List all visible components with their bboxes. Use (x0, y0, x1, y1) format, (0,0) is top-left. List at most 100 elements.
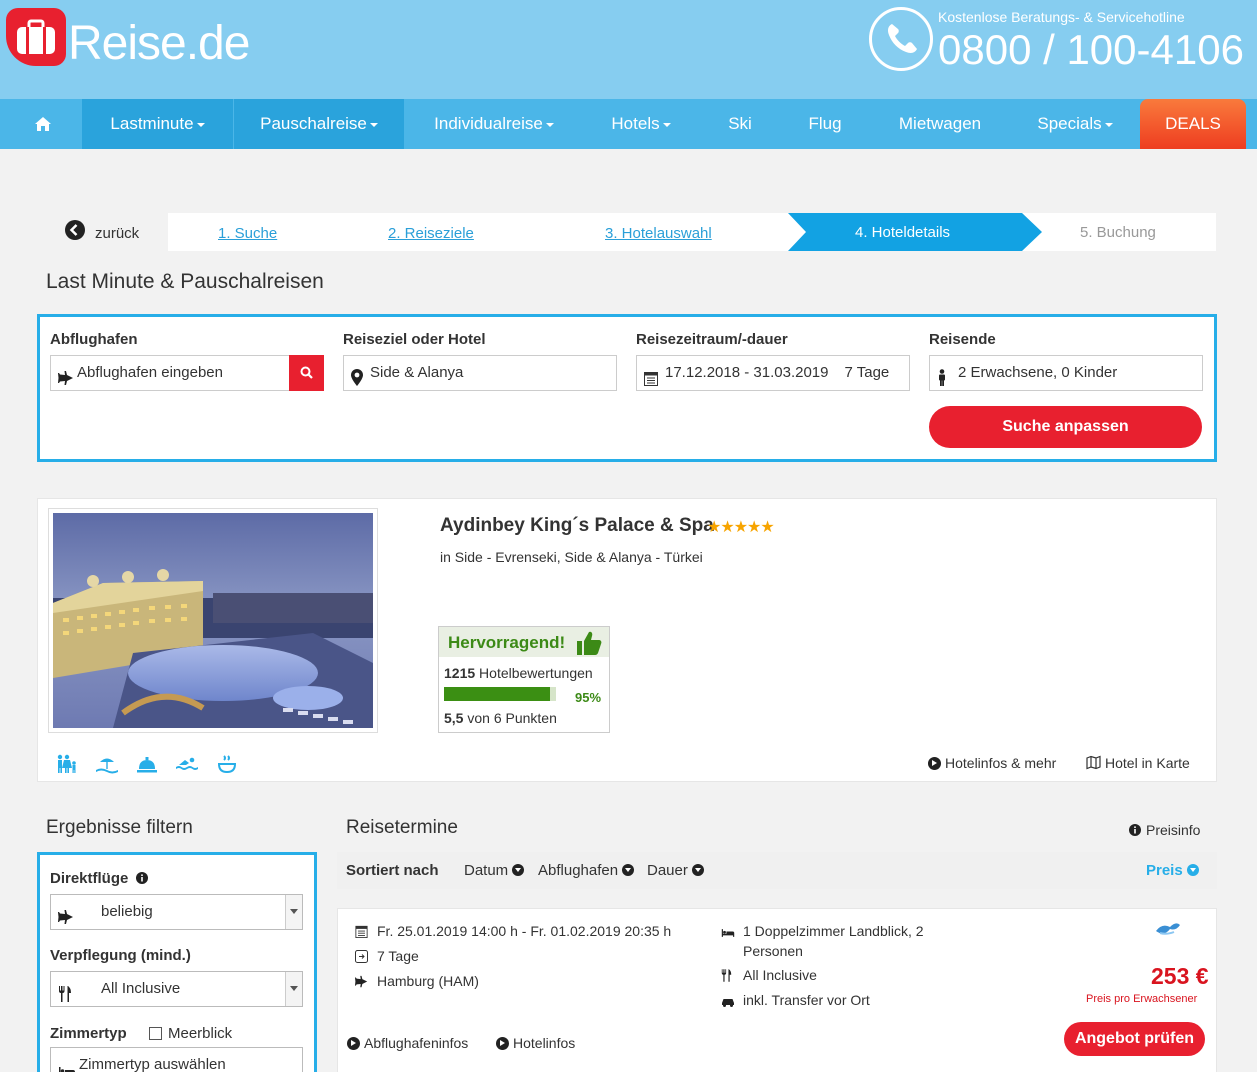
nav-item-mietwagen[interactable]: Mietwagen (886, 99, 994, 149)
hotel-info-link[interactable]: Hotelinfos & mehr (928, 755, 1056, 771)
chevron-right-circle-icon (496, 1037, 509, 1050)
direct-flights-label-text: Direktflüge (50, 870, 129, 887)
hotline-number[interactable]: 0800 / 100-4106 (938, 26, 1244, 74)
filter-title: Ergebnisse filtern (46, 817, 193, 838)
suitcase-logo-icon[interactable] (6, 8, 66, 66)
chevron-right-circle-icon (347, 1037, 360, 1050)
info-icon (1129, 824, 1141, 836)
review-count: 1215 Hotelbewertungen (444, 665, 593, 681)
deals-button[interactable]: DEALS (1140, 99, 1246, 149)
hotel-photo[interactable] (48, 508, 378, 733)
nav-item-ski[interactable]: Ski (716, 99, 764, 149)
sea-view-checkbox[interactable] (149, 1027, 162, 1040)
tour-operator-logo-icon (1156, 923, 1180, 935)
plane-icon (355, 975, 368, 991)
calendar-icon (644, 365, 658, 399)
rating-label: Hervorragend! (448, 633, 566, 652)
step-buchung: 5. Buchung (1080, 224, 1156, 241)
back-arrow-icon[interactable] (65, 220, 85, 240)
info-icon[interactable] (135, 872, 148, 884)
nav-item-flug[interactable]: Flug (796, 99, 854, 149)
period-input[interactable]: 17.12.2018 - 31.03.2019 7 Tage (636, 355, 910, 391)
select-arrow-icon (285, 895, 302, 929)
departure-input[interactable]: Abflughafen eingeben (50, 355, 290, 391)
family-icon (57, 754, 76, 773)
nav-label: Specials (1037, 114, 1102, 133)
chevron-down-icon (691, 864, 704, 876)
caret-down-icon (662, 122, 671, 127)
offer-duration-text: 7 Tage (377, 948, 419, 964)
nav-label: Pauschalreise (260, 114, 367, 133)
review-count-label: Hotelbewertungen (479, 665, 593, 681)
sort-option-label: Abflughafen (538, 862, 619, 879)
offer-duration: 7 Tage (355, 948, 419, 964)
nav-item-individualreise[interactable]: Individualreise (420, 99, 568, 149)
adjust-search-button[interactable]: Suche anpassen (929, 406, 1202, 448)
rating-score-suffix: von 6 Punkten (467, 710, 557, 726)
hotel-map-link[interactable]: Hotel in Karte (1086, 755, 1190, 771)
offer-room: 1 Doppelzimmer Landblick, 2 (721, 923, 924, 939)
header-bar: Reise.de Kostenlose Beratungs- & Service… (0, 0, 1257, 99)
sort-by-price[interactable]: Preis (1146, 862, 1199, 879)
hotel-location: in Side - Evrenseki, Side & Alanya - Tür… (440, 549, 703, 565)
direct-flights-select[interactable]: beliebig (50, 894, 303, 930)
phone-icon (869, 7, 933, 71)
reception-bell-icon (137, 757, 157, 773)
nav-item-specials[interactable]: Specials (1030, 99, 1120, 149)
sort-label: Sortiert nach (346, 862, 439, 879)
airport-info-link[interactable]: Abflughafeninfos (347, 1035, 468, 1051)
offer-hotel-info-link[interactable]: Hotelinfos (496, 1035, 575, 1051)
board-label: Verpflegung (mind.) (50, 947, 191, 964)
sea-view-label[interactable]: Meerblick (168, 1025, 232, 1042)
bed-icon (721, 925, 735, 941)
period-label: Reisezeitraum/-dauer (636, 331, 788, 348)
room-type-select[interactable]: Zimmertyp auswählen (50, 1047, 303, 1072)
back-link[interactable]: zurück (95, 225, 139, 242)
offer-board-text: All Inclusive (743, 967, 817, 983)
person-icon (937, 365, 947, 399)
home-icon[interactable] (34, 116, 52, 137)
destination-input[interactable]: Side & Alanya (343, 355, 617, 391)
travelers-input[interactable]: 2 Erwachsene, 0 Kinder (929, 355, 1203, 391)
page-root: Reise.de Kostenlose Beratungs- & Service… (0, 0, 1257, 1072)
step-suche[interactable]: 1. Suche (218, 225, 277, 242)
caret-down-icon (369, 122, 378, 127)
step-reiseziele[interactable]: 2. Reiseziele (388, 225, 474, 242)
sort-by-airport[interactable]: Abflughafen (538, 862, 635, 879)
offer-room-line1: 1 Doppelzimmer Landblick, 2 (743, 923, 924, 939)
rating-box[interactable]: Hervorragend! 1215 Hotelbewertungen 95% … (438, 626, 610, 733)
logo-main-text: Reise (68, 17, 187, 70)
sort-option-label: Datum (464, 862, 509, 879)
sort-option-label: Dauer (647, 862, 688, 879)
departure-search-button[interactable] (289, 355, 324, 391)
nav-label: Hotels (611, 114, 660, 133)
offer-airport-text: Hamburg (HAM) (377, 973, 479, 989)
step-hotelauswahl[interactable]: 3. Hotelauswahl (605, 225, 712, 242)
map-icon (1086, 755, 1101, 770)
room-type-placeholder: Zimmertyp auswählen (79, 1056, 226, 1072)
search-icon (300, 366, 313, 379)
check-offer-button[interactable]: Angebot prüfen (1064, 1022, 1205, 1056)
logo-wordmark[interactable]: Reise.de (68, 14, 250, 74)
hotel-map-link-label: Hotel in Karte (1105, 755, 1190, 771)
swimming-icon (176, 757, 198, 770)
nav-item-lastminute[interactable]: Lastminute (82, 99, 233, 149)
sort-by-date[interactable]: Datum (464, 862, 525, 879)
offer-transfer: inkl. Transfer vor Ort (722, 992, 870, 1008)
direct-flights-value: beliebig (101, 903, 153, 920)
chevron-down-icon (512, 864, 525, 876)
offer-dates-text: Fr. 25.01.2019 14:00 h - Fr. 01.02.2019 … (377, 923, 672, 939)
offer-hotel-info-label: Hotelinfos (513, 1035, 576, 1051)
destination-label: Reiseziel oder Hotel (343, 331, 486, 348)
map-pin-icon (351, 365, 363, 399)
destination-value: Side & Alanya (370, 364, 464, 381)
cutlery-icon (58, 981, 72, 1015)
price-info-link[interactable]: Preisinfo (1129, 822, 1200, 838)
nav-item-pauschalreise[interactable]: Pauschalreise (234, 99, 404, 149)
hotel-stars: ★★★★★ (707, 519, 775, 536)
board-select[interactable]: All Inclusive (50, 971, 303, 1007)
offer-transfer-text: inkl. Transfer vor Ort (743, 992, 870, 1008)
sort-by-duration[interactable]: Dauer (647, 862, 704, 879)
travelers-value: 2 Erwachsene, 0 Kinder (958, 364, 1118, 381)
nav-item-hotels[interactable]: Hotels (596, 99, 686, 149)
